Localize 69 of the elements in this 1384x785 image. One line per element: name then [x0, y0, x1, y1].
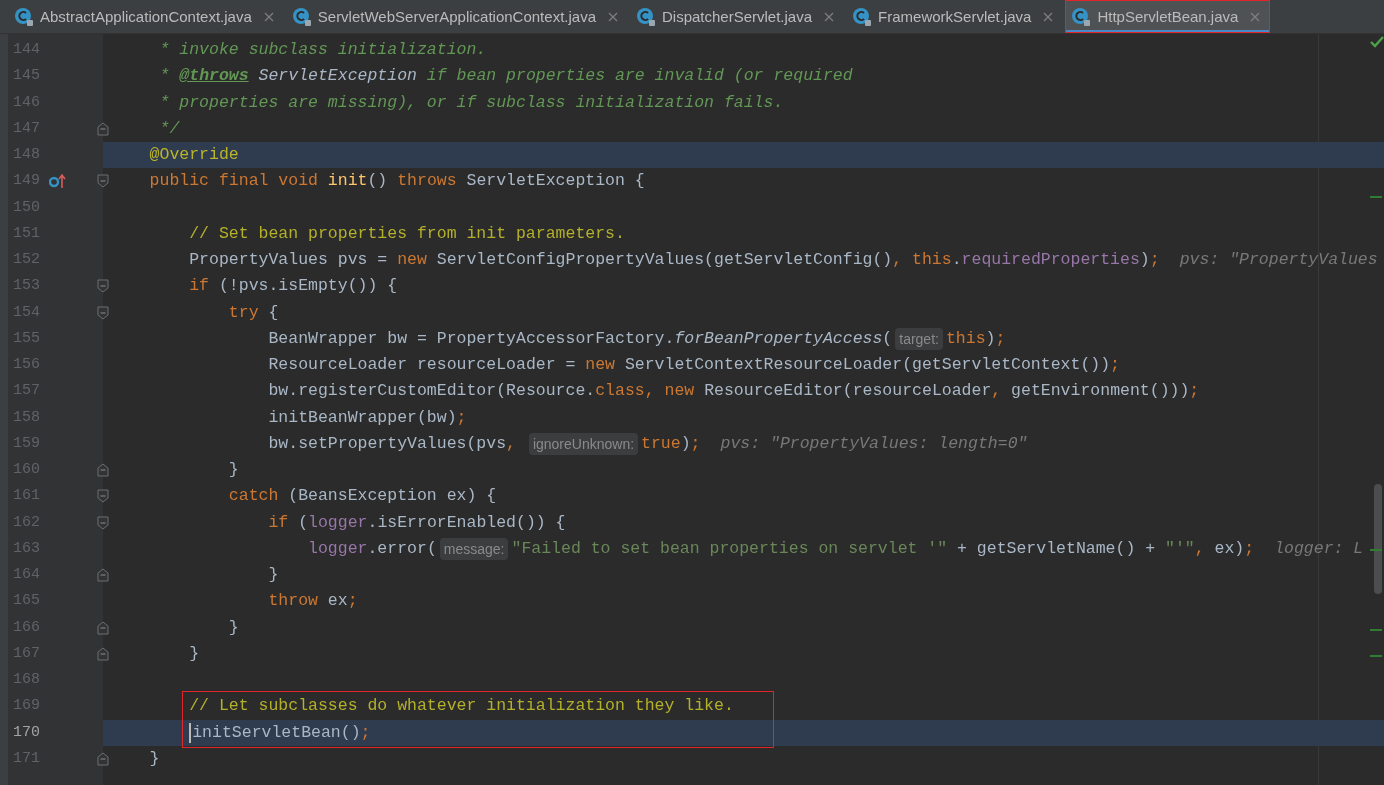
code-text: BeanWrapper bw = PropertyAccessorFactory.forBeanPropertyAccess(	[268, 327, 893, 350]
code-text: "Failed to set bean properties on servlet '" + getServletName() + "'", ex);	[511, 537, 1255, 560]
editor-tab[interactable]: AbstractApplicationContext.java	[8, 0, 284, 33]
code-text: }	[228, 459, 239, 481]
value-hint: pvs: "PropertyValues: length=0"	[720, 432, 1028, 455]
check-icon	[1370, 36, 1384, 48]
code-text: // Let subclasses do whatever initialization they like.	[189, 695, 734, 718]
code-text: PropertyValues pvs = new ServletConfigPropertyValues(getServletConfig(), this.requiredProperties);	[189, 249, 1160, 271]
code-text: if (!pvs.isEmpty()) {	[189, 275, 398, 298]
editor-tab[interactable]: DispatcherServlet.java	[630, 0, 845, 33]
fold-marker-icon[interactable]	[97, 515, 109, 530]
code-text: this);	[945, 327, 1006, 350]
close-icon[interactable]	[1250, 11, 1261, 22]
code-text: public final void init() throws ServletException {	[149, 170, 645, 193]
fold-marker-icon[interactable]	[97, 751, 109, 766]
fold-marker-icon[interactable]	[97, 568, 109, 582]
class-icon	[852, 6, 873, 27]
close-icon[interactable]	[263, 11, 274, 22]
code-text: true);	[641, 432, 701, 455]
class-icon	[14, 6, 34, 27]
change-marker	[1370, 629, 1382, 631]
parameter-hint: target:	[895, 327, 943, 350]
code-text: catch (BeansException ex) {	[228, 485, 497, 508]
close-icon[interactable]	[824, 11, 835, 22]
code-text: bw.registerCustomEditor(Resource.class, new ResourceEditor(resourceLoader, getEnvironment()));	[268, 380, 1200, 403]
code-text: }	[268, 564, 279, 586]
code-text: if (logger.isErrorEnabled()) {	[268, 511, 566, 534]
close-icon[interactable]	[1043, 11, 1054, 22]
code-text: */	[159, 117, 180, 140]
code-text: initBeanWrapper(bw);	[268, 406, 467, 429]
fold-marker-icon[interactable]	[97, 463, 109, 477]
value-hint: pvs: "PropertyValues	[1179, 249, 1378, 271]
fold-marker-icon[interactable]	[97, 279, 109, 294]
code-text: * invoke subclass initialization.	[159, 39, 487, 61]
code-text: logger.error(	[308, 537, 437, 560]
change-marker	[1370, 655, 1382, 657]
close-icon[interactable]	[608, 11, 618, 22]
code-text: throw ex;	[268, 590, 358, 613]
scrollbar-thumb[interactable]	[1374, 484, 1382, 594]
change-marker	[1370, 196, 1382, 198]
code-text: }	[189, 642, 200, 665]
fold-marker-icon[interactable]	[97, 174, 109, 189]
override-icon[interactable]	[49, 173, 67, 190]
change-marker	[1370, 549, 1382, 551]
fold-marker-icon[interactable]	[97, 489, 109, 504]
code-text: bw.setPropertyValues(pvs,	[268, 432, 517, 455]
code-text: * @throws ServletException if bean properties are invalid (or required	[159, 65, 853, 88]
code-text: // Set bean properties from init parameters.	[189, 222, 625, 245]
class-icon	[1071, 6, 1092, 27]
value-hint: logger: L	[1274, 537, 1364, 560]
code-text: ResourceLoader resourceLoader = new ServletContextResourceLoader(getServletContext());	[268, 354, 1120, 376]
parameter-hint: ignoreUnknown:	[528, 432, 639, 455]
code-text: * properties are missing), or if subclass initialization fails.	[159, 91, 784, 114]
fold-marker-icon[interactable]	[97, 305, 109, 320]
class-icon	[291, 6, 312, 27]
fold-marker-icon[interactable]	[97, 620, 109, 635]
code-text: }	[228, 616, 239, 639]
code-text: @Override	[149, 144, 239, 166]
fold-marker-icon[interactable]	[97, 121, 109, 136]
editor-tab[interactable]: ServletWebServerApplicationContext.java	[285, 0, 628, 33]
editor-tab[interactable]: HttpServletBean.java	[1065, 0, 1271, 33]
code-text: initServletBean();	[192, 721, 371, 744]
code-text: }	[149, 747, 160, 770]
fold-marker-icon[interactable]	[97, 646, 109, 661]
class-icon	[636, 6, 656, 27]
editor-tab[interactable]: FrameworkServlet.java	[846, 0, 1064, 33]
line-number: 170	[13, 722, 40, 743]
code-text: try {	[228, 301, 279, 324]
parameter-hint: message:	[439, 537, 509, 560]
